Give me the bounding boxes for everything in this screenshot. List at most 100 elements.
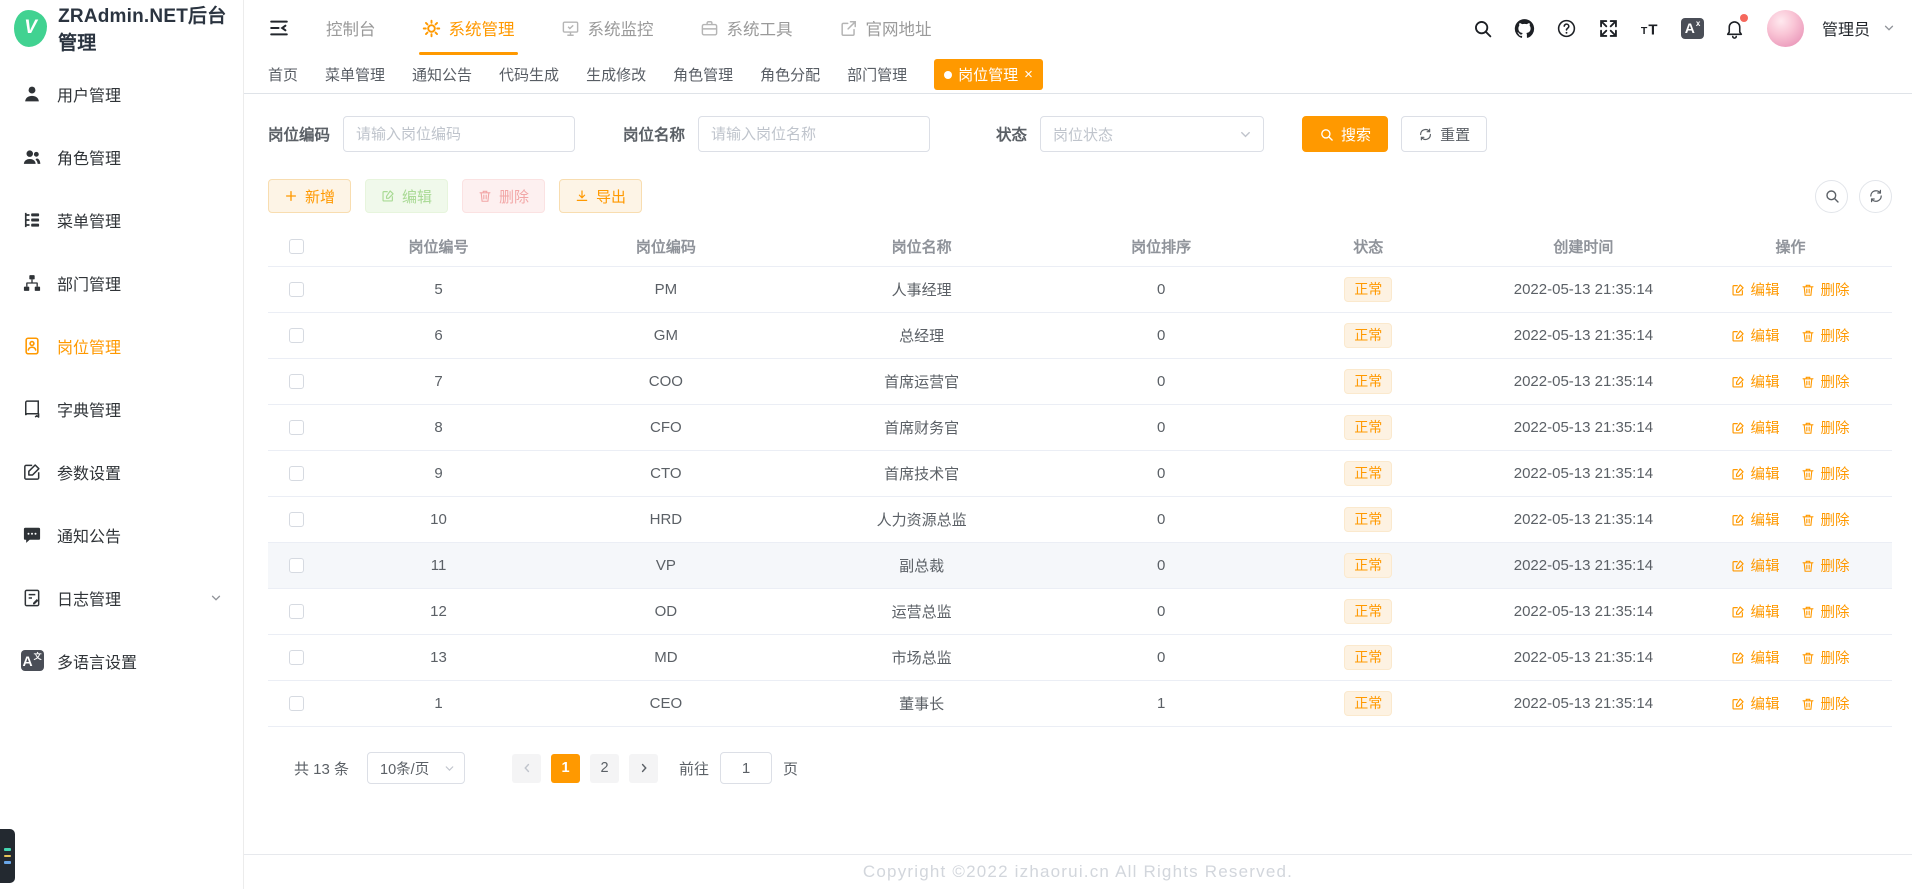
sidebar-item-menu[interactable]: 菜单管理 <box>0 188 243 251</box>
next-page-button[interactable] <box>629 753 659 783</box>
toolbar-button-edit[interactable]: 编辑 <box>365 179 449 213</box>
tab-role[interactable]: 角色管理 × <box>673 64 733 85</box>
collapse-sidebar-button[interactable] <box>268 17 290 39</box>
edit-link[interactable]: 编辑 <box>1731 279 1779 300</box>
row-checkbox[interactable] <box>288 374 304 389</box>
sidebar-item-dict[interactable]: 字典管理 <box>0 377 243 440</box>
nav-item-website[interactable]: 官网地址 <box>839 0 932 56</box>
post-code-input[interactable] <box>343 116 576 152</box>
table-row[interactable]: 7 COO 首席运营官 0 正常 2022-05-13 21:35:14 编辑 … <box>268 359 1892 405</box>
svg-text:T: T <box>1641 25 1648 37</box>
tab-post[interactable]: 岗位管理 × <box>934 59 1043 90</box>
copyright-text: Copyright ©2022 izhaorui.cn All Rights R… <box>862 862 1294 881</box>
tab-menu[interactable]: 菜单管理 × <box>325 64 385 85</box>
page-size-select[interactable]: 10条/页 <box>367 752 466 784</box>
table-row[interactable]: 12 OD 运营总监 0 正常 2022-05-13 21:35:14 编辑 删… <box>268 589 1892 635</box>
row-checkbox[interactable] <box>288 328 304 343</box>
table-row[interactable]: 5 PM 人事经理 0 正常 2022-05-13 21:35:14 编辑 删除 <box>268 267 1892 313</box>
tab-dept[interactable]: 部门管理 × <box>847 64 907 85</box>
header-tool-github[interactable] <box>1508 11 1541 45</box>
delete-link[interactable]: 删除 <box>1801 463 1849 484</box>
devtools-toggle[interactable] <box>0 829 15 883</box>
search-button[interactable]: 搜索 <box>1302 116 1389 152</box>
row-checkbox[interactable] <box>288 420 304 435</box>
row-checkbox[interactable] <box>288 512 304 527</box>
tab-role-assign[interactable]: 角色分配 × <box>760 64 820 85</box>
edit-link[interactable]: 编辑 <box>1731 601 1779 622</box>
tab-gen-edit[interactable]: 生成修改 × <box>586 64 646 85</box>
header-tool-notifications[interactable] <box>1718 11 1751 45</box>
nav-item-system-monitor[interactable]: 系统监控 <box>561 0 654 56</box>
row-checkbox[interactable] <box>288 466 304 481</box>
row-checkbox[interactable] <box>288 650 304 665</box>
edit-link[interactable]: 编辑 <box>1731 509 1779 530</box>
cell-post-code: HRD <box>649 511 683 528</box>
header-tool-help[interactable] <box>1550 11 1583 45</box>
edit-link[interactable]: 编辑 <box>1731 325 1779 346</box>
delete-link[interactable]: 删除 <box>1801 509 1849 530</box>
user-menu-caret-icon[interactable] <box>1882 21 1896 35</box>
delete-link[interactable]: 删除 <box>1801 601 1849 622</box>
delete-link[interactable]: 删除 <box>1801 279 1849 300</box>
edit-link[interactable]: 编辑 <box>1731 647 1779 668</box>
header-tool-search[interactable] <box>1466 11 1499 45</box>
nav-item-system-manage[interactable]: 系统管理 <box>418 0 518 56</box>
edit-link[interactable]: 编辑 <box>1731 371 1779 392</box>
table-row[interactable]: 6 GM 总经理 0 正常 2022-05-13 21:35:14 编辑 删除 <box>268 313 1892 359</box>
sidebar-item-post[interactable]: 岗位管理 <box>0 314 243 377</box>
delete-link[interactable]: 删除 <box>1801 417 1849 438</box>
reset-button[interactable]: 重置 <box>1401 116 1488 152</box>
tab-home[interactable]: 首页 × <box>268 64 298 85</box>
table-row[interactable]: 13 MD 市场总监 0 正常 2022-05-13 21:35:14 编辑 删… <box>268 635 1892 681</box>
delete-link[interactable]: 删除 <box>1801 371 1849 392</box>
table-row[interactable]: 10 HRD 人力资源总监 0 正常 2022-05-13 21:35:14 编… <box>268 497 1892 543</box>
delete-link[interactable]: 删除 <box>1801 325 1849 346</box>
post-name-input[interactable] <box>698 116 931 152</box>
tab-close-icon[interactable]: × <box>1024 67 1033 82</box>
toolbar-button-export[interactable]: 导出 <box>559 179 643 213</box>
edit-link[interactable]: 编辑 <box>1731 555 1779 576</box>
header-tool-fullscreen[interactable] <box>1592 11 1625 45</box>
edit-link[interactable]: 编辑 <box>1731 417 1779 438</box>
prev-page-button[interactable] <box>512 753 542 783</box>
delete-link[interactable]: 删除 <box>1801 647 1849 668</box>
toggle-search-button[interactable] <box>1815 179 1848 213</box>
table-row[interactable]: 1 CEO 董事长 1 正常 2022-05-13 21:35:14 编辑 删除 <box>268 681 1892 727</box>
sidebar-item-log[interactable]: 日志管理 <box>0 566 243 629</box>
row-checkbox[interactable] <box>288 604 304 619</box>
edit-link[interactable]: 编辑 <box>1731 693 1779 714</box>
page-button[interactable]: 2 <box>590 753 620 783</box>
tab-gen-code[interactable]: 代码生成 × <box>499 64 559 85</box>
app-logo[interactable]: V ZRAdmin.NET后台管理 <box>0 0 243 56</box>
user-name[interactable]: 管理员 <box>1822 16 1870 40</box>
toolbar-button-add[interactable]: 新增 <box>268 179 352 213</box>
sidebar-item-param[interactable]: 参数设置 <box>0 440 243 503</box>
table-row[interactable]: 8 CFO 首席财务官 0 正常 2022-05-13 21:35:14 编辑 … <box>268 405 1892 451</box>
sidebar-item-user[interactable]: 用户管理 <box>0 62 243 125</box>
toolbar-button-delete[interactable]: 删除 <box>462 179 546 213</box>
goto-page-input[interactable] <box>720 752 773 784</box>
sidebar-item-dept[interactable]: 部门管理 <box>0 251 243 314</box>
nav-item-console[interactable]: 控制台 <box>326 0 376 56</box>
delete-link[interactable]: 删除 <box>1801 693 1849 714</box>
edit-link[interactable]: 编辑 <box>1731 463 1779 484</box>
refresh-table-button[interactable] <box>1859 179 1892 213</box>
delete-link[interactable]: 删除 <box>1801 555 1849 576</box>
row-checkbox[interactable] <box>288 558 304 573</box>
nav-item-system-tools[interactable]: 系统工具 <box>700 0 793 56</box>
sidebar-item-role[interactable]: 角色管理 <box>0 125 243 188</box>
sidebar-item-notice[interactable]: 通知公告 <box>0 503 243 566</box>
select-all-checkbox[interactable] <box>288 239 304 254</box>
page-button[interactable]: 1 <box>551 753 581 783</box>
header-tool-translate[interactable]: Ax <box>1676 11 1709 45</box>
sidebar-item-lang[interactable]: A文 多语言设置 <box>0 629 243 692</box>
cell-post-code: OD <box>654 603 678 620</box>
row-checkbox[interactable] <box>288 282 304 297</box>
row-checkbox[interactable] <box>288 696 304 711</box>
tab-notice[interactable]: 通知公告 × <box>412 64 472 85</box>
user-avatar[interactable] <box>1766 9 1804 47</box>
status-select[interactable]: 岗位状态 <box>1040 116 1265 152</box>
table-row[interactable]: 9 CTO 首席技术官 0 正常 2022-05-13 21:35:14 编辑 … <box>268 451 1892 497</box>
table-row[interactable]: 11 VP 副总裁 0 正常 2022-05-13 21:35:14 编辑 删除 <box>268 543 1892 589</box>
header-tool-font-size[interactable]: TT <box>1634 11 1667 45</box>
